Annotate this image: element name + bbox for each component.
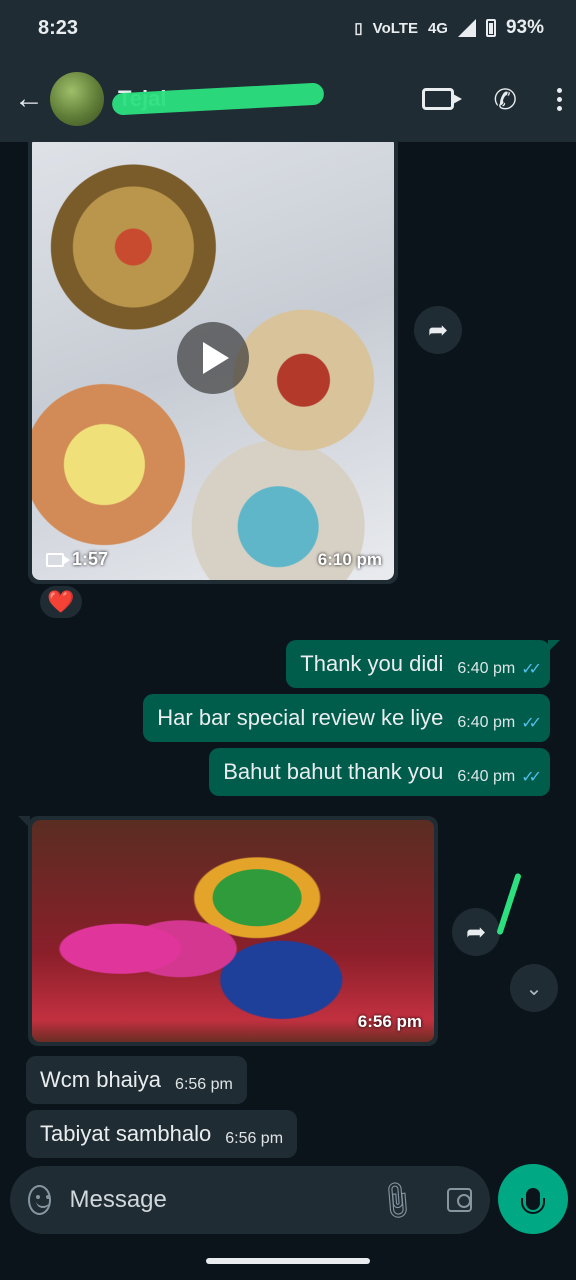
gesture-nav-bar[interactable]	[206, 1258, 370, 1264]
outgoing-message[interactable]: Bahut bahut thank you 6:40 pm ✓✓	[209, 748, 550, 796]
network-label: 4G	[427, 19, 448, 37]
message-text: Thank you didi	[300, 651, 444, 676]
scroll-down-icon[interactable]: ⌄	[510, 964, 558, 1012]
voice-message-button[interactable]	[498, 1164, 568, 1234]
incoming-message[interactable]: Wcm bhaiya 6:56 pm	[26, 1056, 247, 1104]
message-text: Tabiyat sambhalo	[40, 1121, 212, 1146]
video-camera-icon	[46, 552, 70, 567]
vibrate-icon: ▯	[354, 20, 363, 37]
header-actions: ✆	[421, 83, 562, 116]
incoming-message[interactable]: Tabiyat sambhalo 6:56 pm	[26, 1110, 298, 1158]
read-ticks-icon: ✓✓	[521, 715, 542, 732]
message-time: 6:56 pm	[225, 1130, 284, 1147]
status-icons: ▯ VoLTE 4G 93%	[354, 17, 544, 39]
message-text: Wcm bhaiya	[40, 1067, 162, 1092]
contact-name[interactable]: Tejal	[111, 82, 325, 116]
emoji-icon[interactable]	[28, 1185, 52, 1215]
video-message[interactable]: 1:57 6:10 pm	[28, 142, 398, 584]
message-time: 6:56 pm	[357, 1012, 422, 1031]
photo-message[interactable]: 6:56 pm	[18, 816, 438, 1046]
read-ticks-icon: ✓✓	[521, 661, 542, 678]
message-input[interactable]	[69, 1186, 380, 1214]
reaction-badge[interactable]: ❤️	[38, 584, 84, 620]
microphone-icon	[521, 1188, 545, 1214]
forward-icon[interactable]: ➦	[452, 908, 500, 956]
signal-icon	[457, 19, 476, 37]
avatar[interactable]	[50, 72, 104, 126]
outgoing-message[interactable]: Har bar special review ke liye 6:40 pm ✓…	[143, 694, 550, 742]
clock: 8:23	[38, 16, 79, 39]
read-ticks-icon: ✓✓	[521, 769, 542, 786]
outgoing-message[interactable]: Thank you didi 6:40 pm ✓✓	[286, 640, 560, 688]
highlight-mark	[496, 872, 522, 936]
chat-area[interactable]: 1:57 6:10 pm ➦ ❤️ Thank you didi 6:40 pm…	[0, 142, 576, 1170]
video-call-icon[interactable]	[421, 88, 462, 110]
chat-header: ← Tejal ✆	[0, 56, 576, 142]
battery-icon	[485, 19, 496, 37]
message-time: 6:40 pm	[457, 714, 516, 731]
more-options-icon[interactable]	[557, 87, 562, 111]
message-time: 6:40 pm	[457, 660, 516, 677]
battery-percent: 93%	[505, 17, 544, 38]
status-bar: 8:23 ▯ VoLTE 4G 93%	[0, 0, 576, 56]
message-composer: 📎︎	[10, 1166, 490, 1234]
phone-call-icon[interactable]: ✆	[494, 83, 517, 116]
message-text: Bahut bahut thank you	[223, 759, 444, 784]
camera-icon[interactable]	[447, 1188, 472, 1212]
message-time: 6:40 pm	[457, 768, 516, 785]
message-text: Har bar special review ke liye	[157, 705, 444, 730]
paperclip-icon[interactable]: 📎︎	[373, 1176, 421, 1224]
message-time: 6:56 pm	[175, 1076, 233, 1093]
video-thumbnail[interactable]: 1:57 6:10 pm	[32, 142, 394, 580]
back-arrow-icon[interactable]: ←	[14, 82, 48, 116]
forward-icon[interactable]: ➦	[414, 306, 462, 354]
volte-label: VoLTE	[372, 19, 418, 37]
photo-thumbnail[interactable]: 6:56 pm	[32, 820, 434, 1042]
play-icon[interactable]	[177, 322, 249, 394]
message-time: 6:10 pm	[317, 550, 382, 569]
video-duration: 1:57	[46, 549, 108, 570]
